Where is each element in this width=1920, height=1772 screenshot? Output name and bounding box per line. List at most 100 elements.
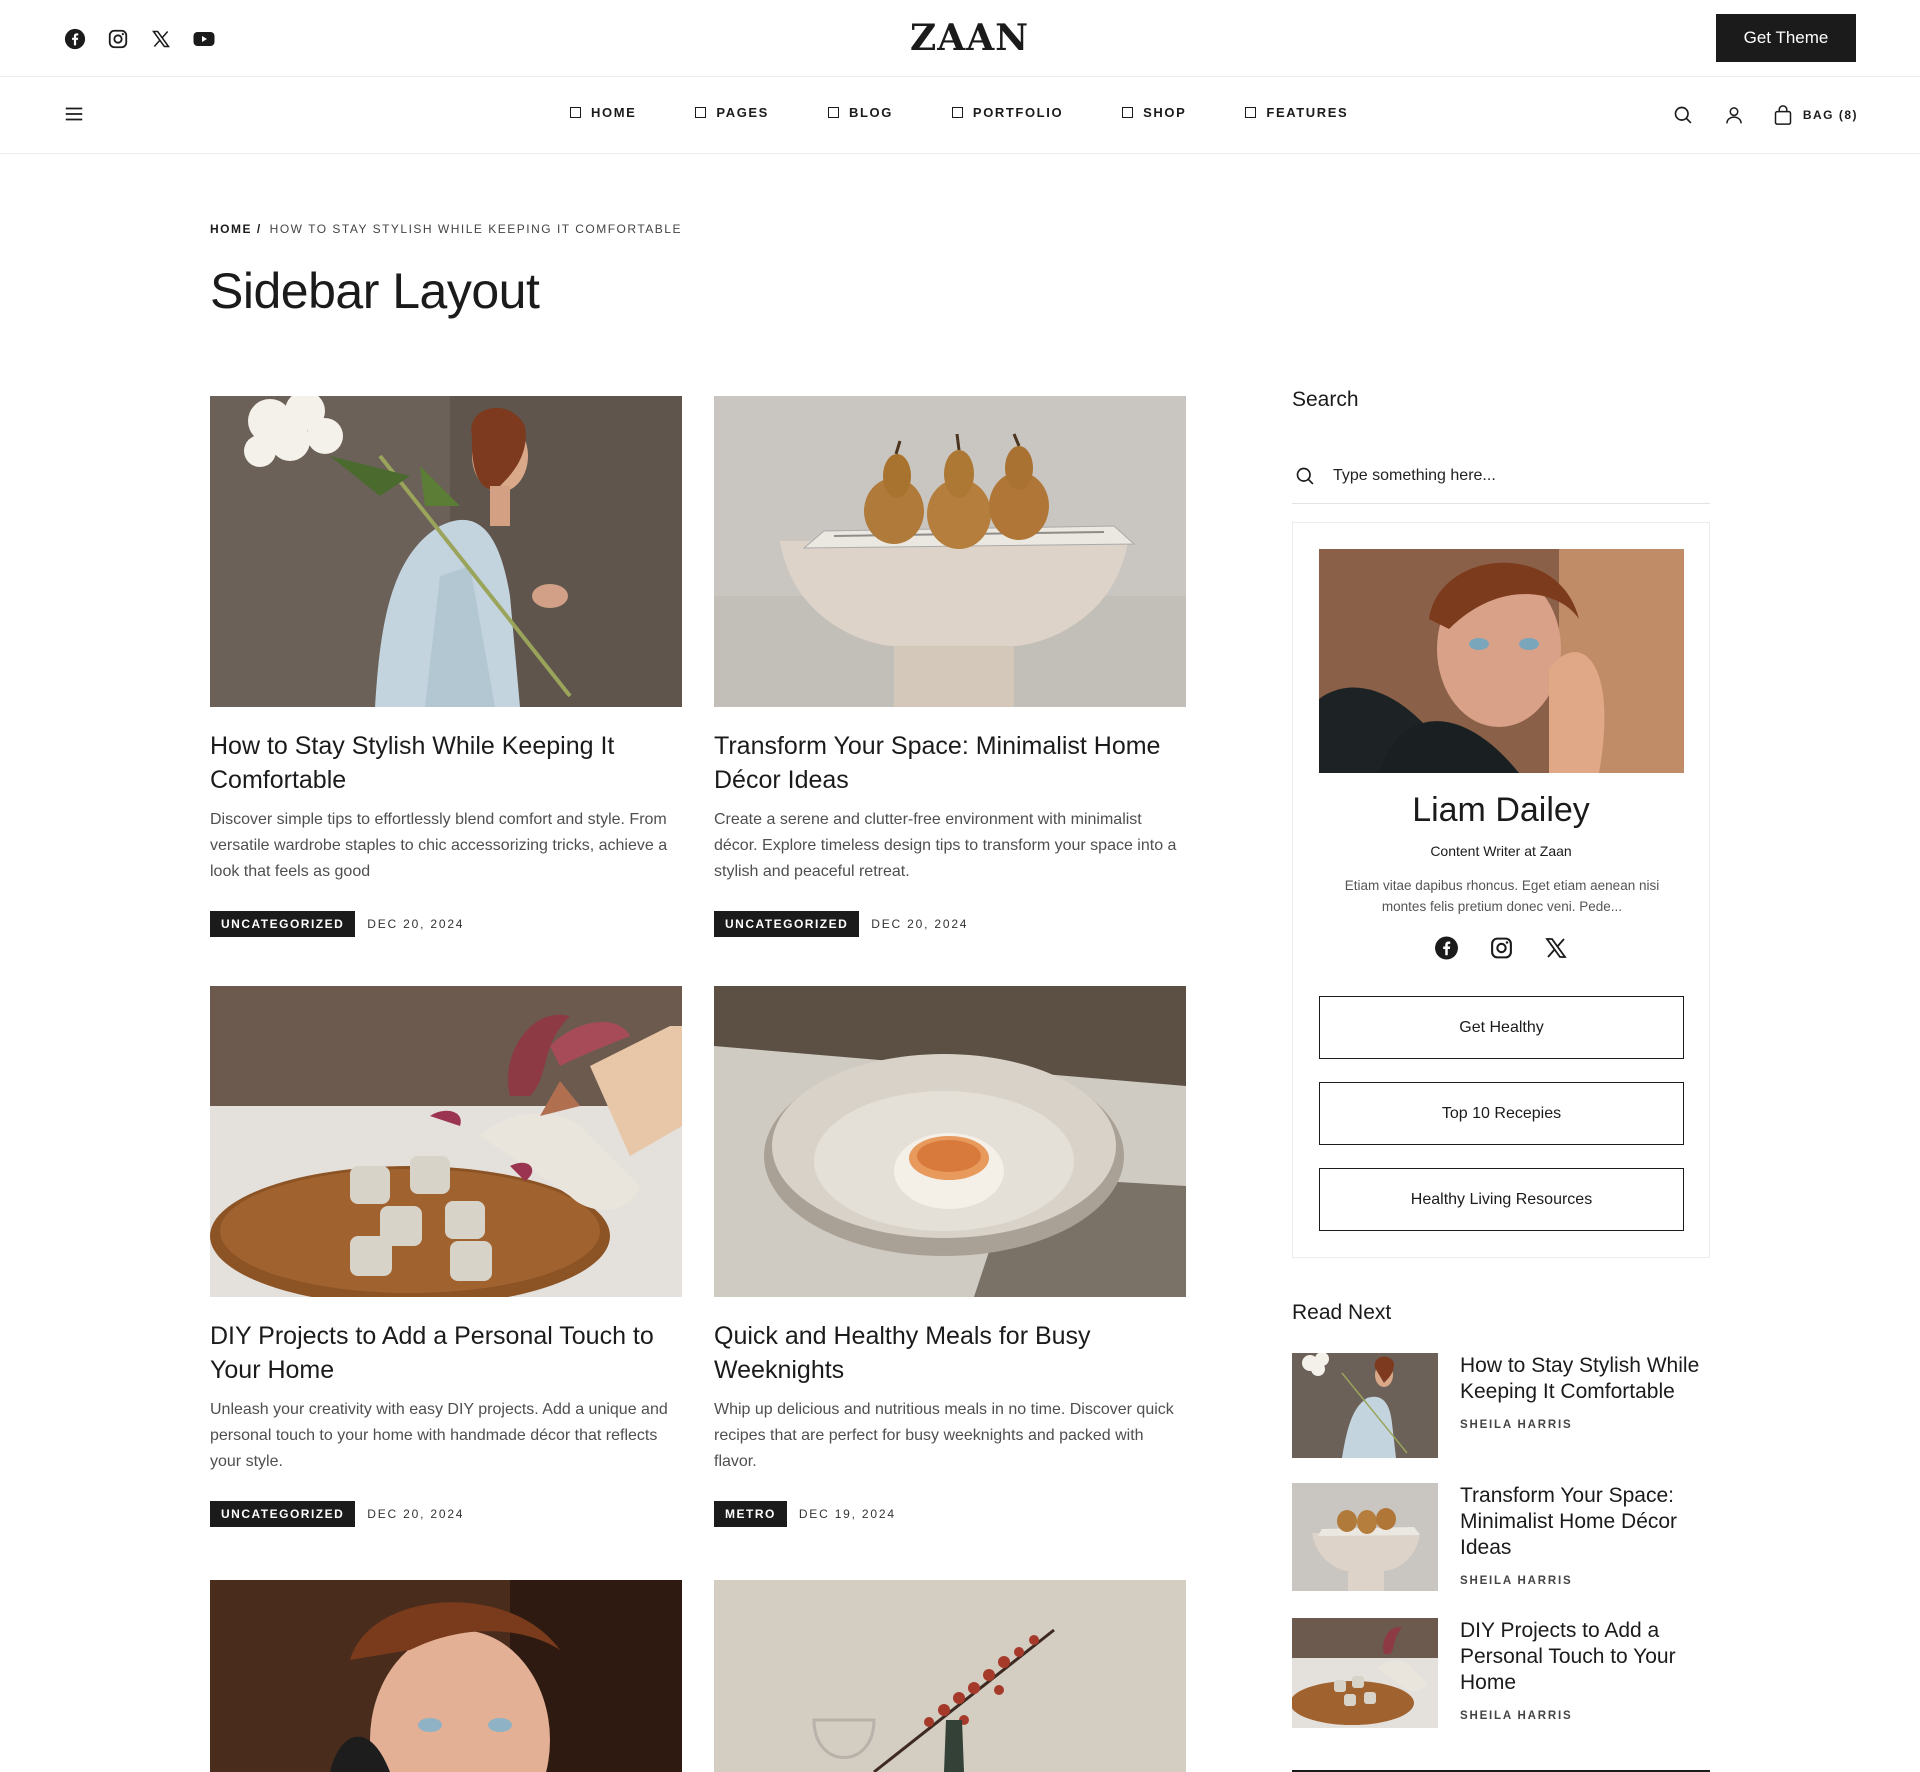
read-next-text: How to Stay Stylish While Keeping It Com… <box>1460 1353 1710 1458</box>
nav-item-features[interactable]: FEATURES <box>1245 105 1348 120</box>
nav-item-pages[interactable]: PAGES <box>695 105 769 120</box>
nav-actions: BAG (8) <box>1671 102 1858 127</box>
post-title[interactable]: Quick and Healthy Meals for Busy Weeknig… <box>714 1319 1186 1387</box>
category-tag[interactable]: METRO <box>714 1501 787 1527</box>
read-next-author: SHEILA HARRIS <box>1460 1575 1573 1587</box>
post-image[interactable] <box>714 986 1186 1297</box>
search-field <box>1292 448 1710 504</box>
read-next-thumbnail <box>1292 1483 1438 1591</box>
author-name: Liam Dailey <box>1412 791 1590 829</box>
post-card: How to Stay Stylish While Keeping It Com… <box>210 396 682 937</box>
square-icon <box>951 107 963 118</box>
nav-item-home[interactable]: HOME <box>570 105 636 120</box>
search-input[interactable] <box>1333 466 1693 485</box>
read-next-title-text[interactable]: Transform Your Space: Minimalist Home Dé… <box>1460 1483 1710 1561</box>
read-next-text: Transform Your Space: Minimalist Home Dé… <box>1460 1483 1710 1591</box>
square-icon <box>570 107 581 118</box>
get-healthy-button[interactable]: Get Healthy <box>1319 996 1684 1059</box>
top-10-recipes-button[interactable]: Top 10 Recepies <box>1319 1082 1684 1145</box>
nav-item-label: SHOP <box>1143 105 1187 120</box>
read-next-item[interactable]: DIY Projects to Add a Personal Touch to … <box>1292 1618 1710 1728</box>
nav-item-blog[interactable]: BLOG <box>827 105 893 120</box>
search-widget-title: Search <box>1292 388 1359 411</box>
user-icon[interactable] <box>1722 102 1747 127</box>
post-title[interactable]: How to Stay Stylish While Keeping It Com… <box>210 729 682 797</box>
page-title: Sidebar Layout <box>210 263 540 319</box>
post-image[interactable] <box>210 1580 682 1772</box>
read-next-thumbnail <box>1292 1353 1438 1458</box>
post-meta: UNCATEGORIZED DEC 20, 2024 <box>714 911 1186 937</box>
post-title[interactable]: Transform Your Space: Minimalist Home Dé… <box>714 729 1186 797</box>
post-card: DIY Projects to Add a Personal Touch to … <box>210 986 682 1527</box>
square-icon <box>695 107 707 118</box>
menu-icon[interactable] <box>63 103 87 127</box>
read-next-title-text[interactable]: How to Stay Stylish While Keeping It Com… <box>1460 1353 1710 1405</box>
breadcrumb-home[interactable]: HOME / <box>210 222 262 236</box>
post-card: Transform Your Space: Minimalist Home Dé… <box>714 396 1186 937</box>
instagram-icon[interactable] <box>1489 935 1514 960</box>
author-role: Content Writer at Zaan <box>1430 843 1572 859</box>
post-meta: METRO DEC 19, 2024 <box>714 1501 1186 1527</box>
post-title[interactable]: DIY Projects to Add a Personal Touch to … <box>210 1319 682 1387</box>
post-image[interactable] <box>714 396 1186 707</box>
square-icon <box>827 107 839 118</box>
post-image[interactable] <box>210 986 682 1297</box>
post-meta: UNCATEGORIZED DEC 20, 2024 <box>210 1501 682 1527</box>
read-next-item[interactable]: Transform Your Space: Minimalist Home Dé… <box>1292 1483 1710 1591</box>
author-card: Liam Dailey Content Writer at Zaan Etiam… <box>1292 522 1710 1258</box>
post-image[interactable] <box>210 396 682 707</box>
x-icon[interactable] <box>148 26 173 51</box>
nav-item-shop[interactable]: SHOP <box>1122 105 1186 120</box>
site-logo[interactable]: ZAAN <box>910 18 1028 58</box>
read-next-item[interactable]: How to Stay Stylish While Keeping It Com… <box>1292 1353 1710 1458</box>
category-tag[interactable]: UNCATEGORIZED <box>210 1501 356 1527</box>
author-bio: Etiam vitae dapibus rhoncus. Eget etiam … <box>1344 878 1660 914</box>
youtube-icon[interactable] <box>191 26 216 51</box>
healthy-living-resources-button[interactable]: Healthy Living Resources <box>1319 1168 1684 1231</box>
breadcrumb-current: HOW TO STAY STYLISH WHILE KEEPING IT COM… <box>269 222 682 236</box>
nav-item-label: BLOG <box>848 105 893 120</box>
bag-button[interactable]: BAG (8) <box>1773 104 1858 126</box>
primary-nav: HOME PAGES BLOG PORTFOLIO SHOP FEATURES <box>570 105 1348 120</box>
get-theme-button[interactable]: Get Theme <box>1716 14 1856 62</box>
nav-item-label: FEATURES <box>1266 105 1349 120</box>
post-date: DEC 20, 2024 <box>367 1507 465 1521</box>
post-excerpt: Create a serene and clutter-free environ… <box>714 811 1177 880</box>
post-date: DEC 20, 2024 <box>367 917 465 931</box>
post-meta: UNCATEGORIZED DEC 20, 2024 <box>210 911 682 937</box>
nav-item-portfolio[interactable]: PORTFOLIO <box>951 105 1064 120</box>
author-social-links <box>1293 935 1709 960</box>
square-icon <box>1245 107 1257 118</box>
square-icon <box>1122 107 1134 118</box>
search-icon[interactable] <box>1671 102 1696 127</box>
bag-icon <box>1774 104 1792 125</box>
post-excerpt: Whip up delicious and nutritious meals i… <box>714 1401 1174 1470</box>
search-icon[interactable] <box>1292 463 1317 488</box>
read-next-thumbnail <box>1292 1618 1438 1728</box>
breadcrumb: HOME / HOW TO STAY STYLISH WHILE KEEPING… <box>210 222 682 236</box>
post-image[interactable] <box>714 1580 1186 1772</box>
facebook-icon[interactable] <box>1434 935 1459 960</box>
instagram-icon[interactable] <box>105 26 130 51</box>
read-next-text: DIY Projects to Add a Personal Touch to … <box>1460 1618 1710 1728</box>
main-navigation-bar: HOME PAGES BLOG PORTFOLIO SHOP FEATURES … <box>0 77 1920 154</box>
nav-item-label: PAGES <box>716 105 769 120</box>
nav-item-label: HOME <box>591 105 637 120</box>
read-next-title: Read Next <box>1292 1301 1392 1324</box>
bag-label: BAG (8) <box>1802 107 1858 122</box>
author-photo <box>1319 549 1684 773</box>
post-excerpt: Unleash your creativity with easy DIY pr… <box>210 1401 668 1470</box>
post-excerpt: Discover simple tips to effortlessly ble… <box>210 811 668 880</box>
read-next-title-text[interactable]: DIY Projects to Add a Personal Touch to … <box>1460 1618 1710 1696</box>
post-card: Quick and Healthy Meals for Busy Weeknig… <box>714 986 1186 1527</box>
facebook-icon[interactable] <box>62 26 87 51</box>
x-icon[interactable] <box>1544 935 1569 960</box>
category-tag[interactable]: UNCATEGORIZED <box>714 911 860 937</box>
post-date: DEC 20, 2024 <box>871 917 969 931</box>
post-date: DEC 19, 2024 <box>798 1507 896 1521</box>
read-next-author: SHEILA HARRIS <box>1460 1710 1573 1722</box>
category-tag[interactable]: UNCATEGORIZED <box>210 911 356 937</box>
read-next-author: SHEILA HARRIS <box>1460 1419 1573 1431</box>
header-social-links <box>62 26 216 51</box>
nav-item-label: PORTFOLIO <box>972 105 1064 120</box>
